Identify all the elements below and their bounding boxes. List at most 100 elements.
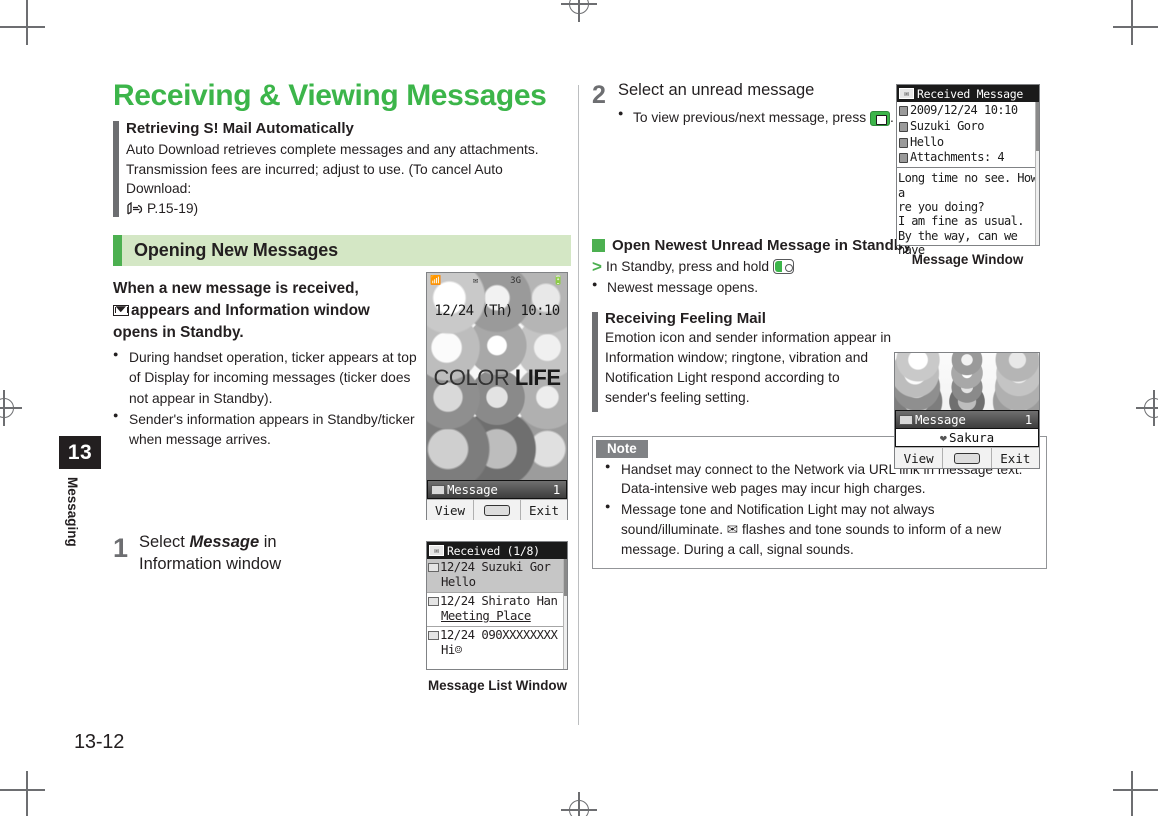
list-item: During handset operation, ticker appears… (113, 348, 425, 408)
intro-line-1: Auto Download retrieves complete message… (126, 141, 539, 157)
feeling-mail-title: Receiving Feeling Mail (605, 309, 766, 327)
step-1-text-after: in (259, 533, 277, 552)
brand-bold: LIFE (514, 364, 561, 390)
send-key-icon (773, 259, 795, 275)
message-date: 2009/12/24 10:10 (910, 103, 1018, 117)
lead-paragraph: When a new message is received, appears … (113, 278, 423, 343)
arrow-right-icon: > (592, 257, 602, 277)
network-3g-icon: 3G (510, 276, 522, 286)
mail-open-icon: ✉ (899, 88, 914, 99)
scrollbar[interactable] (563, 559, 567, 669)
intro-block: Retrieving S! Mail Automatically Auto Do… (113, 119, 571, 220)
feeling-sender-row[interactable]: ❤ Sakura (895, 429, 1039, 447)
feeling-info-count: 1 (1024, 412, 1033, 427)
brand-thin: COLOR (433, 364, 515, 390)
crop-mark-bottom-left (0, 771, 45, 816)
feeling-info-label: Message (915, 412, 966, 427)
step-1-text-line2: Information window (139, 554, 282, 573)
chapter-number-tab: 13 (59, 436, 101, 469)
row-subject: Hello (441, 575, 476, 589)
note-list: Handset may connect to the Network via U… (593, 460, 1046, 560)
left-bullet-list: During handset operation, ticker appears… (113, 348, 425, 450)
row-subject: Hi☺ (441, 643, 462, 657)
list-item: Newest message opens. (592, 278, 892, 298)
section-accent-bar (113, 235, 122, 267)
section-heading: Opening New Messages (113, 235, 571, 267)
step-1-text: Select Message in Information window (139, 532, 281, 576)
softkey-center[interactable] (943, 448, 992, 468)
folder-icon: ✉ (429, 545, 444, 556)
section-heading-text: Opening New Messages (134, 240, 339, 261)
crop-mark-bottom-right (1113, 771, 1158, 816)
row-sender: 12/24 090XXXXXXXX (440, 628, 558, 642)
message-icon (899, 414, 913, 425)
table-row[interactable]: 12/24 Suzuki Gor Hello (427, 559, 567, 593)
note-box-title: Note (596, 439, 648, 458)
status-row: 📶 ✉ 3G 🔋 (427, 273, 567, 289)
step-2-number: 2 (592, 81, 606, 109)
registration-mark-right (1136, 390, 1158, 426)
page-title: Receiving & Viewing Messages (113, 79, 547, 112)
message-list-screenshot: ✉ Received (1/8) 12/24 Suzuki Gor Hello … (426, 541, 568, 670)
softkey-view[interactable]: View (427, 500, 474, 520)
signal-icon: 📶 (430, 276, 442, 286)
message-body-text: Long time no see. How a re you doing? I … (897, 167, 1039, 257)
feeling-sender-name: Sakura (949, 430, 995, 445)
standby-wallpaper: 📶 ✉ 3G 🔋 12/24 (Th) 10:10 COLOR LIFE (427, 273, 567, 480)
row-sender: 12/24 Suzuki Gor (440, 560, 551, 574)
scrollbar[interactable] (1035, 102, 1039, 245)
softkey-row: View Exit (427, 499, 567, 520)
heart-icon: ❤ (939, 430, 948, 445)
step-1-target: Message (189, 533, 260, 552)
envelope-icon (113, 305, 129, 317)
feeling-mail-screenshot: Message 1 ❤ Sakura View Exit (894, 352, 1040, 469)
intro-reference[interactable]: P.15-19) (147, 199, 198, 219)
step-2-text: Select an unread message (618, 81, 815, 99)
step-2-bullet-after: . (889, 109, 894, 125)
message-subject: Hello (910, 134, 944, 149)
feeling-mail-body: Emotion icon and sender information appe… (605, 329, 892, 405)
feeling-mail-block: Receiving Feeling Mail Emotion icon and … (592, 309, 892, 412)
step-2-bullets: To view previous/next message, press . (618, 107, 918, 128)
manual-page: 13 Messaging 13-12 Receiving & Viewing M… (0, 0, 1158, 816)
table-row[interactable]: 12/24 Shirato Han Meeting Place (427, 593, 567, 627)
message-window-titlebar: ✉ Received Message (897, 85, 1039, 102)
read-mail-icon (428, 597, 439, 606)
subject-icon (899, 137, 908, 148)
message-list-title: Received (1/8) (447, 543, 540, 558)
navigation-key-icon (869, 110, 890, 126)
info-bar-count: 1 (552, 482, 561, 497)
softkey-exit[interactable]: Exit (521, 500, 567, 520)
intro-heading: Retrieving S! Mail Automatically (126, 119, 354, 137)
crop-mark-top-right (1113, 0, 1158, 45)
lead-line-2: appears and Information window (131, 301, 370, 319)
person-icon (899, 121, 908, 132)
softkey-center[interactable] (474, 500, 521, 520)
message-window-title: Received Message (917, 86, 1023, 101)
softkey-exit[interactable]: Exit (992, 448, 1039, 468)
column-divider (578, 85, 579, 725)
message-window-caption: Message Window (911, 252, 1024, 267)
lead-line-1: When a new message is received, (113, 280, 359, 298)
row-sender: 12/24 Shirato Han (440, 594, 558, 608)
clock-icon (899, 105, 908, 116)
information-window-bar[interactable]: Message 1 (427, 480, 567, 499)
table-row[interactable]: 12/24 090XXXXXXXX Hi☺ (427, 627, 567, 660)
softkey-view[interactable]: View (895, 448, 944, 468)
message-icon (431, 484, 445, 495)
feeling-wallpaper (895, 353, 1039, 410)
wallpaper-brand: COLOR LIFE (427, 365, 567, 391)
chapter-label: Messaging (65, 477, 80, 547)
message-list: 12/24 Suzuki Gor Hello 12/24 Shirato Han… (427, 559, 567, 660)
feeling-information-bar[interactable]: Message 1 (895, 410, 1039, 429)
message-header-fields: 2009/12/24 10:10 Suzuki Goro Hello Attac… (897, 102, 1039, 167)
subsection-action-text: In Standby, press and hold (605, 259, 770, 275)
list-item: Sender's information appears in Standby/… (113, 409, 425, 450)
registration-mark-left (0, 390, 22, 426)
page-number: 13-12 (74, 731, 125, 753)
message-list-caption: Message List Window (427, 678, 567, 693)
unread-mail-icon (428, 563, 439, 572)
step-1-number: 1 (113, 533, 129, 564)
center-key-icon (484, 504, 510, 516)
step-1-text-before: Select (139, 533, 190, 552)
